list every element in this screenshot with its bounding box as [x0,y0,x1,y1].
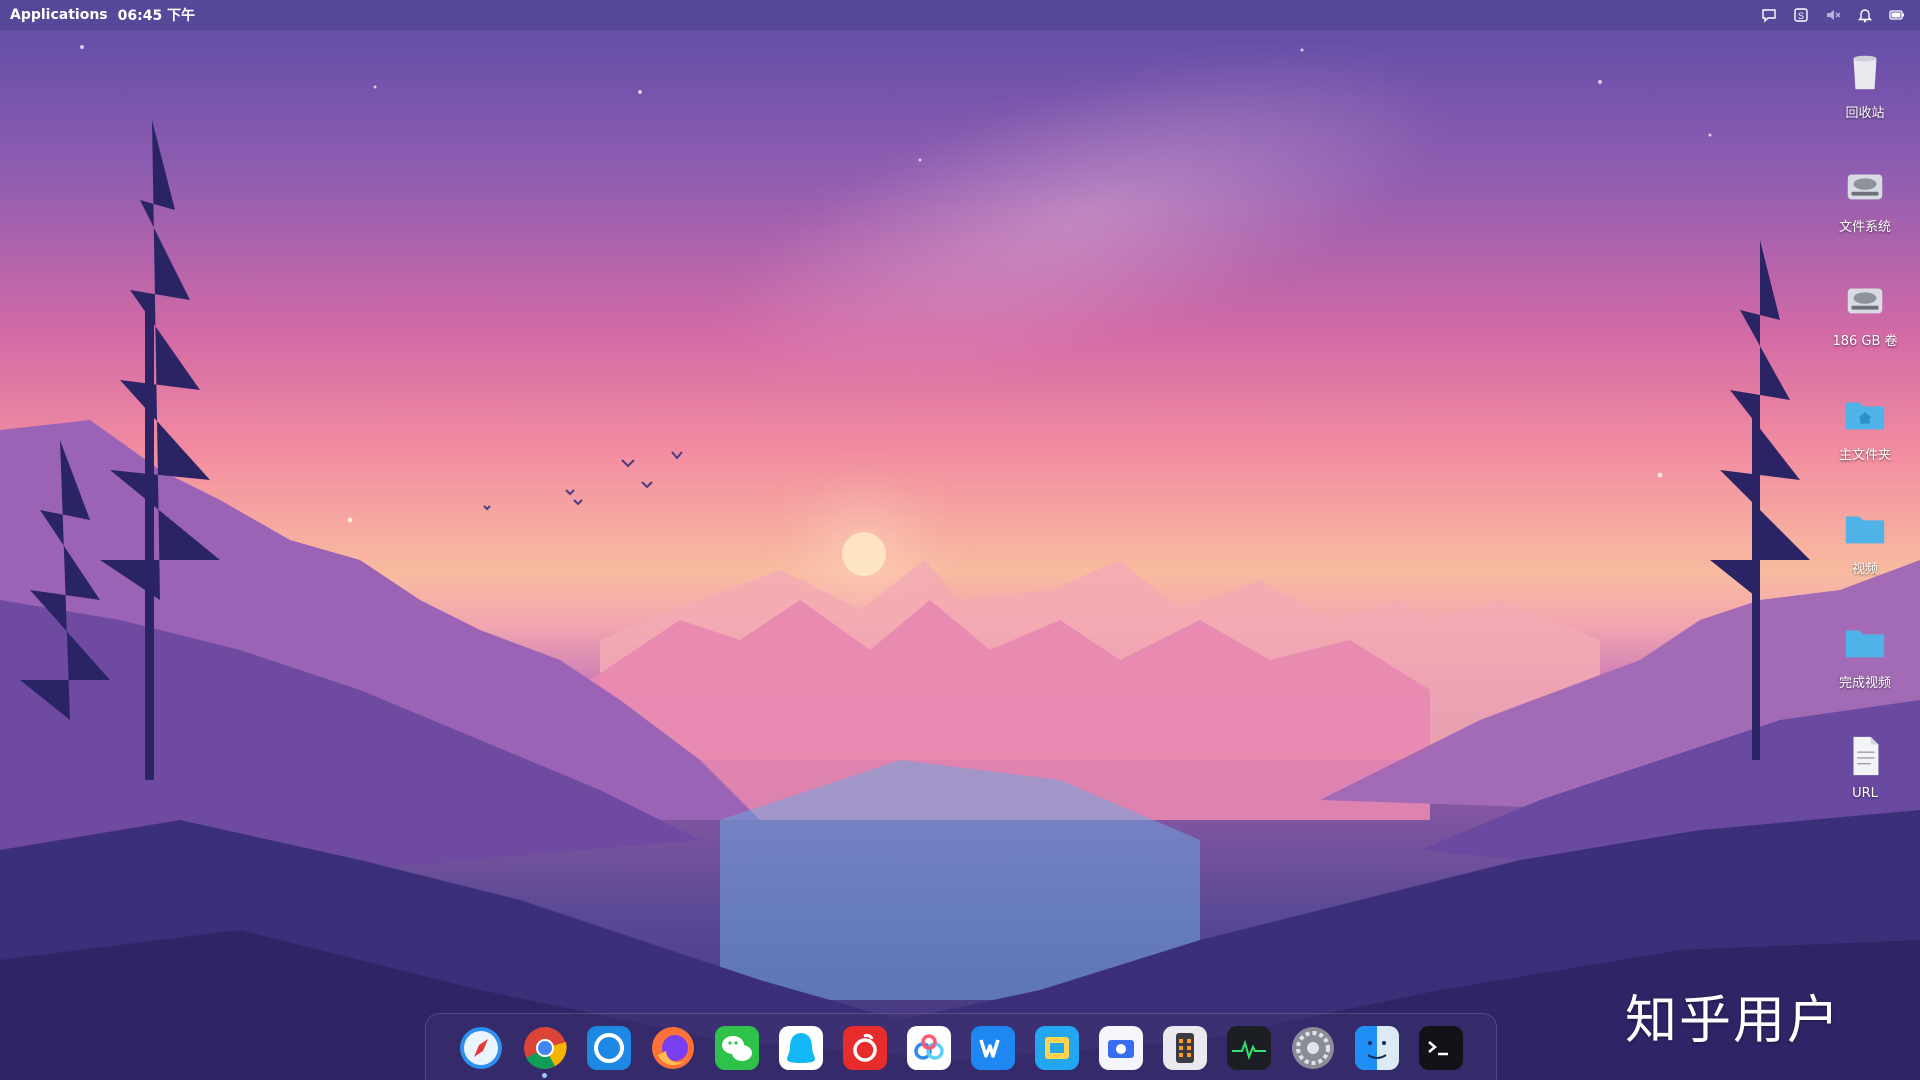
top-panel: Applications 06:45 下午 S [0,0,1920,30]
desktop-item-label: 回收站 [1845,106,1885,121]
browser-icon[interactable] [586,1025,632,1071]
running-indicator [542,1072,547,1078]
settings-icon[interactable] [1290,1025,1336,1071]
watermark: 知乎用户 [1625,991,1842,1051]
panel-left: Applications 06:45 下午 [0,5,195,25]
s-app-icon[interactable]: S [1792,6,1810,24]
netease-music-icon[interactable] [842,1025,888,1071]
chrome-icon[interactable] [522,1025,568,1078]
desktop-item-label: 完成视频 [1838,676,1891,691]
safari-icon[interactable] [458,1025,504,1071]
desktop-icon-column: 回收站 文件系统 186 GB 卷 主文件夹 视频 完成视频 URL [1822,48,1908,846]
chat-bubble-icon[interactable] [1760,6,1778,24]
terminal-icon[interactable] [1418,1025,1464,1071]
notification-bell-icon[interactable] [1856,6,1874,24]
home-folder-icon [1841,390,1889,438]
battery-icon[interactable] [1888,6,1906,24]
document-icon [1841,732,1889,780]
desktop-item-volume[interactable]: 186 GB 卷 [1822,276,1908,390]
folder-icon [1841,618,1889,666]
folder-icon [1841,504,1889,552]
desktop-item-video-folder[interactable]: 视频 [1822,504,1908,618]
desktop-item-url-file[interactable]: URL [1822,732,1908,846]
volume-muted-icon[interactable] [1824,6,1842,24]
system-tray: S [1760,6,1920,24]
desktop-item-label: 文件系统 [1838,220,1891,235]
finder-icon[interactable] [1354,1025,1400,1071]
drive-icon [1841,276,1889,324]
sun [842,532,886,576]
dock [425,1013,1497,1080]
wps-icon[interactable] [970,1025,1016,1071]
trash-icon [1841,48,1889,96]
svg-text:S: S [1798,11,1804,21]
landscape-illustration [0,45,1920,1080]
drive-icon [1841,162,1889,210]
wallpaper [0,0,1920,1080]
desktop-item-label: 主文件夹 [1838,448,1891,463]
qq-icon[interactable] [778,1025,824,1071]
desktop-item-label: URL [1852,786,1878,801]
firefox-icon[interactable] [650,1025,696,1071]
applications-menu-button[interactable]: Applications [10,7,108,23]
calculator-icon[interactable] [1162,1025,1208,1071]
wechat-icon[interactable] [714,1025,760,1071]
clock[interactable]: 06:45 下午 [118,5,195,25]
aurora-glow [678,0,1482,462]
system-monitor-icon[interactable] [1226,1025,1272,1071]
file-manager-icon[interactable] [1034,1025,1080,1071]
desktop-item-finished-video-folder[interactable]: 完成视频 [1822,618,1908,732]
desktop-item-trash[interactable]: 回收站 [1822,48,1908,162]
desktop-item-filesystem[interactable]: 文件系统 [1822,162,1908,276]
baidu-netdisk-icon[interactable] [906,1025,952,1071]
desktop-item-label: 186 GB 卷 [1832,334,1898,349]
desktop-item-home[interactable]: 主文件夹 [1822,390,1908,504]
screenshot-icon[interactable] [1098,1025,1144,1071]
desktop: Applications 06:45 下午 S 回收站 文件系统 186 GB … [0,0,1920,1080]
desktop-item-label: 视频 [1851,562,1878,577]
